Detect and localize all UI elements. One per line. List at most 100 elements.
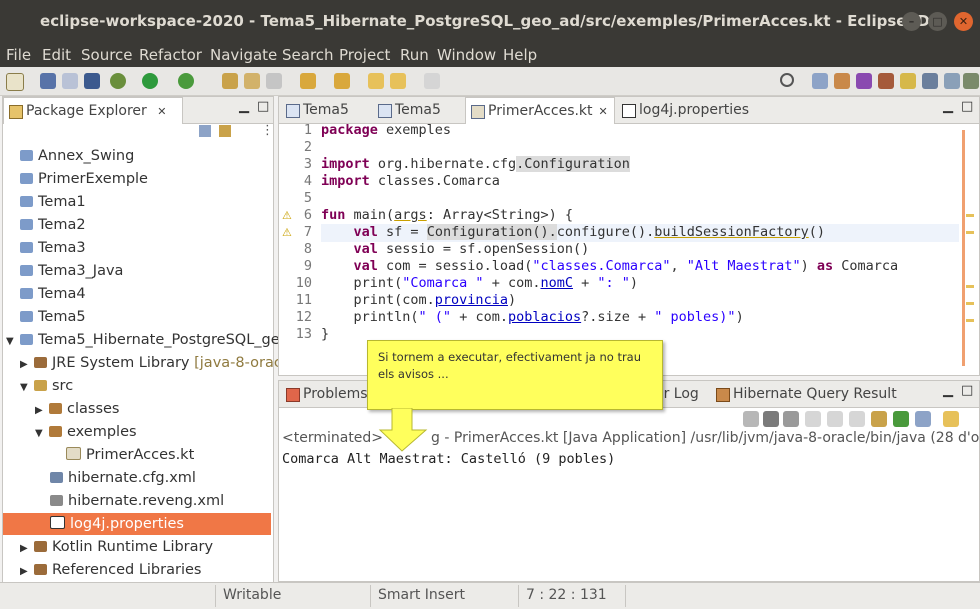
referenced-libraries[interactable]: ▶ Referenced Libraries	[20, 559, 201, 581]
project-tema5-hibernate[interactable]: ▼ Tema5_Hibernate_PostgreSQL_geo	[6, 329, 289, 351]
kotlin-perspective-icon[interactable]	[856, 73, 872, 89]
project-tema1[interactable]: Tema1	[20, 191, 86, 213]
save-icon[interactable]	[40, 73, 56, 89]
tab-package-explorer[interactable]: Package Explorer ✕	[3, 97, 183, 124]
open-resource-icon[interactable]	[244, 73, 260, 89]
java-perspective-icon[interactable]	[878, 73, 894, 89]
prev-annotation-icon[interactable]	[334, 73, 350, 89]
link-editor-icon[interactable]	[219, 125, 231, 137]
menu-project[interactable]: Project	[339, 46, 390, 64]
code-line-3[interactable]: import org.hibernate.cfg.Configuration	[321, 156, 630, 172]
forward-disabled-icon[interactable]	[424, 73, 440, 89]
code-line-10[interactable]: print("Comarca " + com.nomC + ": ")	[321, 275, 639, 291]
menu-help[interactable]: Help	[503, 46, 537, 64]
forward-icon[interactable]	[390, 73, 406, 89]
code-line-6[interactable]: fun main(args: Array<String>) {	[321, 207, 573, 223]
chevron-right-icon[interactable]: ▶	[20, 538, 34, 560]
chevron-right-icon[interactable]: ▶	[20, 561, 34, 583]
menu-source[interactable]: Source	[81, 46, 133, 64]
code-line-11[interactable]: print(com.provincia)	[321, 292, 517, 308]
menu-refactor[interactable]: Refactor	[139, 46, 202, 64]
maximize-view-icon[interactable]: □	[961, 99, 973, 114]
tab-tema5-b[interactable]: Tema5	[373, 97, 463, 123]
show-on-output-icon[interactable]	[871, 411, 887, 427]
overview-ruler[interactable]	[962, 130, 965, 366]
debug-icon[interactable]	[110, 73, 126, 89]
clear-console-icon[interactable]	[805, 411, 821, 427]
tab-hibernate-query-result[interactable]: Hibernate Query Result	[711, 381, 923, 407]
project-tema3[interactable]: Tema3	[20, 237, 86, 259]
remove-all-icon[interactable]	[783, 411, 799, 427]
file-primeracces-kt[interactable]: PrimerAcces.kt	[66, 444, 194, 466]
code-line-4[interactable]: import classes.Comarca	[321, 173, 500, 189]
project-tema5[interactable]: Tema5	[20, 306, 86, 328]
display-console-icon[interactable]	[915, 411, 931, 427]
project-tema3-java[interactable]: Tema3_Java	[20, 260, 123, 282]
project-annex-swing[interactable]: Annex_Swing	[20, 145, 134, 167]
ruler-warning-mark[interactable]	[966, 231, 974, 234]
file-hibernate-reveng[interactable]: hibernate.reveng.xml	[50, 490, 224, 512]
project-primerexemple[interactable]: PrimerExemple	[20, 168, 148, 190]
file-log4j-properties[interactable]: log4j.properties	[50, 513, 184, 535]
pencil-icon[interactable]	[266, 73, 282, 89]
code-line-13[interactable]: }	[321, 326, 329, 342]
ruler-warning-mark[interactable]	[966, 214, 974, 217]
next-annotation-icon[interactable]	[300, 73, 316, 89]
run-external-icon[interactable]	[178, 73, 194, 89]
more-perspective-icon[interactable]	[963, 73, 979, 89]
warning-icon[interactable]: ⚠	[282, 209, 292, 222]
tab-log4j[interactable]: log4j.properties	[617, 97, 769, 123]
pin-console-icon[interactable]	[893, 411, 909, 427]
close-icon[interactable]: ✕	[954, 12, 973, 31]
view-menu-icon[interactable]: ⋮	[261, 123, 274, 138]
run-icon[interactable]	[142, 73, 158, 89]
chevron-down-icon[interactable]: ▼	[20, 377, 34, 399]
package-exemples[interactable]: ▼ exemples	[35, 421, 137, 443]
chevron-down-icon[interactable]: ▼	[35, 423, 49, 445]
jre-system-library[interactable]: ▶ JRE System Library [java-8-oracle	[20, 352, 295, 374]
terminate-icon[interactable]	[743, 411, 759, 427]
minimize-view-icon[interactable]: ▁	[943, 99, 953, 114]
code-line-7[interactable]: val sf = Configuration().configure().bui…	[321, 224, 825, 240]
project-tema4[interactable]: Tema4	[20, 283, 86, 305]
file-hibernate-cfg[interactable]: hibernate.cfg.xml	[50, 467, 196, 489]
remove-launch-icon[interactable]	[763, 411, 779, 427]
menu-run[interactable]: Run	[400, 46, 429, 64]
package-classes[interactable]: ▶ classes	[35, 398, 119, 420]
chevron-right-icon[interactable]: ▶	[20, 354, 34, 376]
project-tema2[interactable]: Tema2	[20, 214, 86, 236]
perspective-icon[interactable]	[812, 73, 828, 89]
word-wrap-icon[interactable]	[849, 411, 865, 427]
search-icon[interactable]	[780, 73, 794, 87]
maximize-icon[interactable]: □	[928, 12, 947, 31]
terminal-icon[interactable]	[84, 73, 100, 89]
debug-perspective-icon[interactable]	[900, 73, 916, 89]
maximize-view-icon[interactable]: □	[961, 383, 973, 398]
close-icon[interactable]: ✕	[157, 105, 166, 118]
git-perspective-icon[interactable]	[922, 73, 938, 89]
minimize-view-icon[interactable]: ▁	[239, 99, 249, 114]
open-type-icon[interactable]	[222, 73, 238, 89]
minimize-view-icon[interactable]: ▁	[943, 383, 953, 398]
back-icon[interactable]	[368, 73, 384, 89]
code-line-9[interactable]: val com = sessio.load("classes.Comarca",…	[321, 258, 899, 274]
minimize-icon[interactable]: –	[902, 12, 921, 31]
console-output[interactable]: Comarca Alt Maestrat: Castelló (9 pobles…	[282, 451, 615, 467]
code-line-8[interactable]: val sessio = sf.openSession()	[321, 241, 590, 257]
chevron-down-icon[interactable]: ▼	[6, 331, 20, 353]
tab-tema5-a[interactable]: Tema5	[281, 97, 371, 123]
new-icon[interactable]	[6, 73, 24, 91]
scroll-lock-icon[interactable]	[827, 411, 843, 427]
code-line-12[interactable]: println(" (" + com.poblacios?.size + " p…	[321, 309, 744, 325]
db-perspective-icon[interactable]	[944, 73, 960, 89]
menu-window[interactable]: Window	[437, 46, 496, 64]
folder-src[interactable]: ▼ src	[20, 375, 73, 397]
ruler-warning-mark[interactable]	[966, 319, 974, 322]
menu-navigate[interactable]: Navigate	[210, 46, 277, 64]
code-line-1[interactable]: package exemples	[321, 122, 451, 138]
ruler-warning-mark[interactable]	[966, 302, 974, 305]
ruler-warning-mark[interactable]	[966, 285, 974, 288]
open-console-icon[interactable]	[943, 411, 959, 427]
tab-primeracces[interactable]: PrimerAcces.kt ✕	[465, 97, 615, 124]
chevron-right-icon[interactable]: ▶	[35, 400, 49, 422]
